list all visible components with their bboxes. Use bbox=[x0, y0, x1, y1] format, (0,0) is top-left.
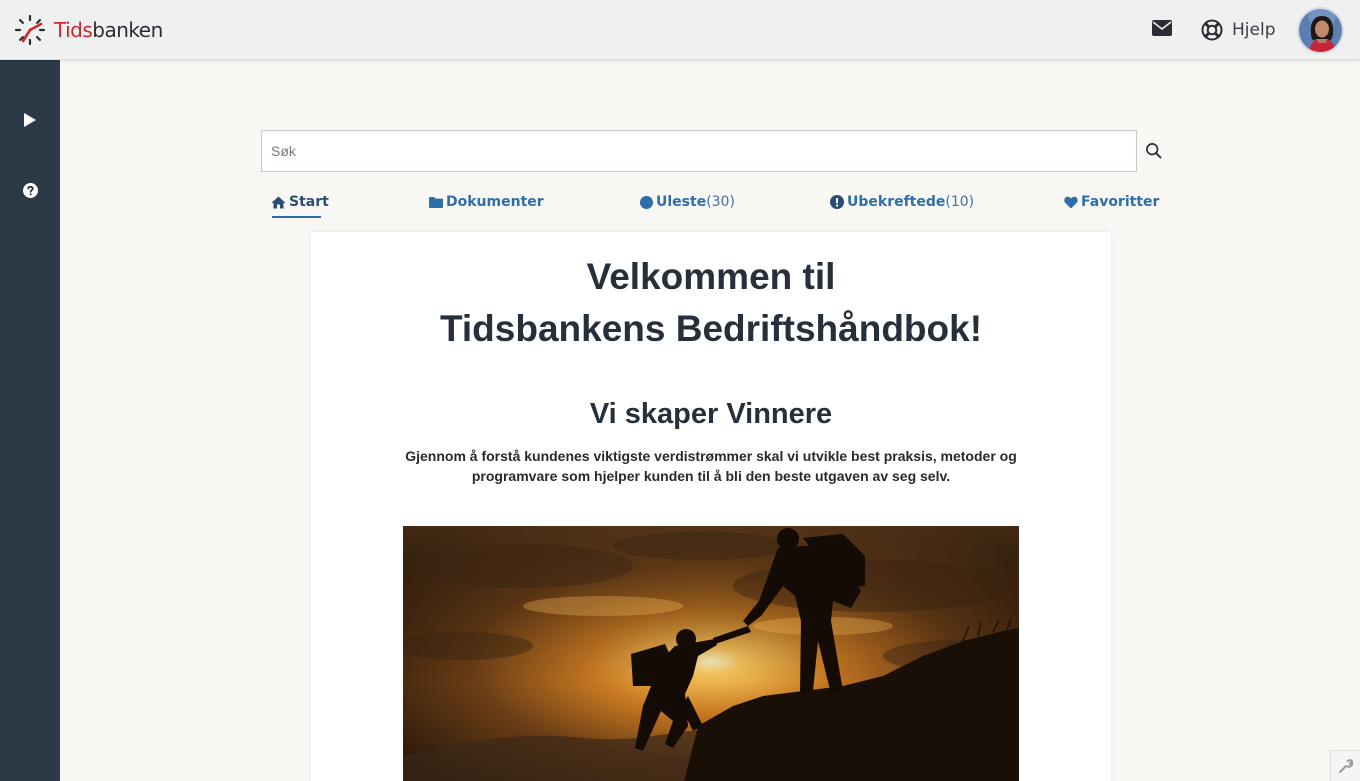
welcome-title-line2: Tidsbankens Bedriftshåndbok! bbox=[439, 308, 983, 349]
tab-ubekreftede[interactable]: Ubekreftede (10) bbox=[830, 192, 974, 212]
tab-favoritter[interactable]: Favoritter bbox=[1064, 192, 1159, 212]
folder-icon bbox=[429, 196, 443, 208]
tab-favoritter-label: Favoritter bbox=[1081, 194, 1160, 210]
help-label: Hjelp bbox=[1232, 20, 1276, 40]
play-icon bbox=[24, 113, 36, 127]
sidebar-help-button[interactable] bbox=[16, 176, 44, 204]
sidebar bbox=[0, 60, 60, 781]
wrench-icon bbox=[1338, 759, 1353, 773]
exclamation-circle-icon bbox=[830, 195, 844, 209]
logo-text-part1: Tids bbox=[54, 18, 93, 42]
tab-ubekreftede-count: (10) bbox=[945, 194, 975, 210]
help-button[interactable]: Hjelp bbox=[1201, 18, 1275, 42]
tab-dokumenter[interactable]: Dokumenter bbox=[429, 192, 544, 212]
user-avatar[interactable] bbox=[1297, 7, 1344, 54]
lifebuoy-icon bbox=[1201, 19, 1223, 41]
envelope-icon[interactable] bbox=[1152, 20, 1172, 36]
question-circle-icon bbox=[22, 182, 38, 198]
wrench-tool-button[interactable] bbox=[1330, 750, 1360, 781]
search-input[interactable] bbox=[262, 131, 1136, 171]
search-box bbox=[261, 130, 1137, 172]
avatar-image bbox=[1299, 9, 1342, 52]
circle-icon bbox=[640, 195, 653, 209]
logo-text: Tidsbanken bbox=[54, 18, 163, 42]
logo-text-part2: banken bbox=[92, 18, 163, 42]
tab-uleste-label: Uleste bbox=[656, 194, 707, 210]
tab-uleste[interactable]: Uleste (30) bbox=[640, 192, 735, 212]
description-text: Gjennom å forstå kundenes viktigste verd… bbox=[405, 448, 1017, 484]
tidsbanken-logo[interactable]: Tidsbanken bbox=[14, 14, 163, 46]
tab-dokumenter-label: Dokumenter bbox=[446, 194, 544, 210]
tab-start[interactable]: Start bbox=[271, 192, 329, 212]
tab-uleste-count: (30) bbox=[706, 194, 735, 210]
search-icon[interactable] bbox=[1145, 142, 1163, 160]
home-icon bbox=[271, 196, 286, 208]
sidebar-expand-button[interactable] bbox=[16, 106, 44, 134]
content-card: Velkommen til Tidsbankens Bedriftshåndbo… bbox=[311, 232, 1111, 781]
hero-image-climbers bbox=[403, 526, 1019, 781]
tab-start-label: Start bbox=[289, 194, 329, 210]
heart-icon bbox=[1064, 196, 1078, 208]
tab-ubekreftede-label: Ubekreftede bbox=[847, 194, 946, 210]
active-tab-indicator bbox=[272, 216, 321, 218]
subtitle: Vi skaper Vinnere bbox=[589, 398, 833, 430]
logo-icon bbox=[14, 14, 46, 46]
welcome-title-line1: Velkommen til bbox=[586, 256, 836, 297]
top-bar: Tidsbanken Hjelp bbox=[0, 0, 1360, 60]
